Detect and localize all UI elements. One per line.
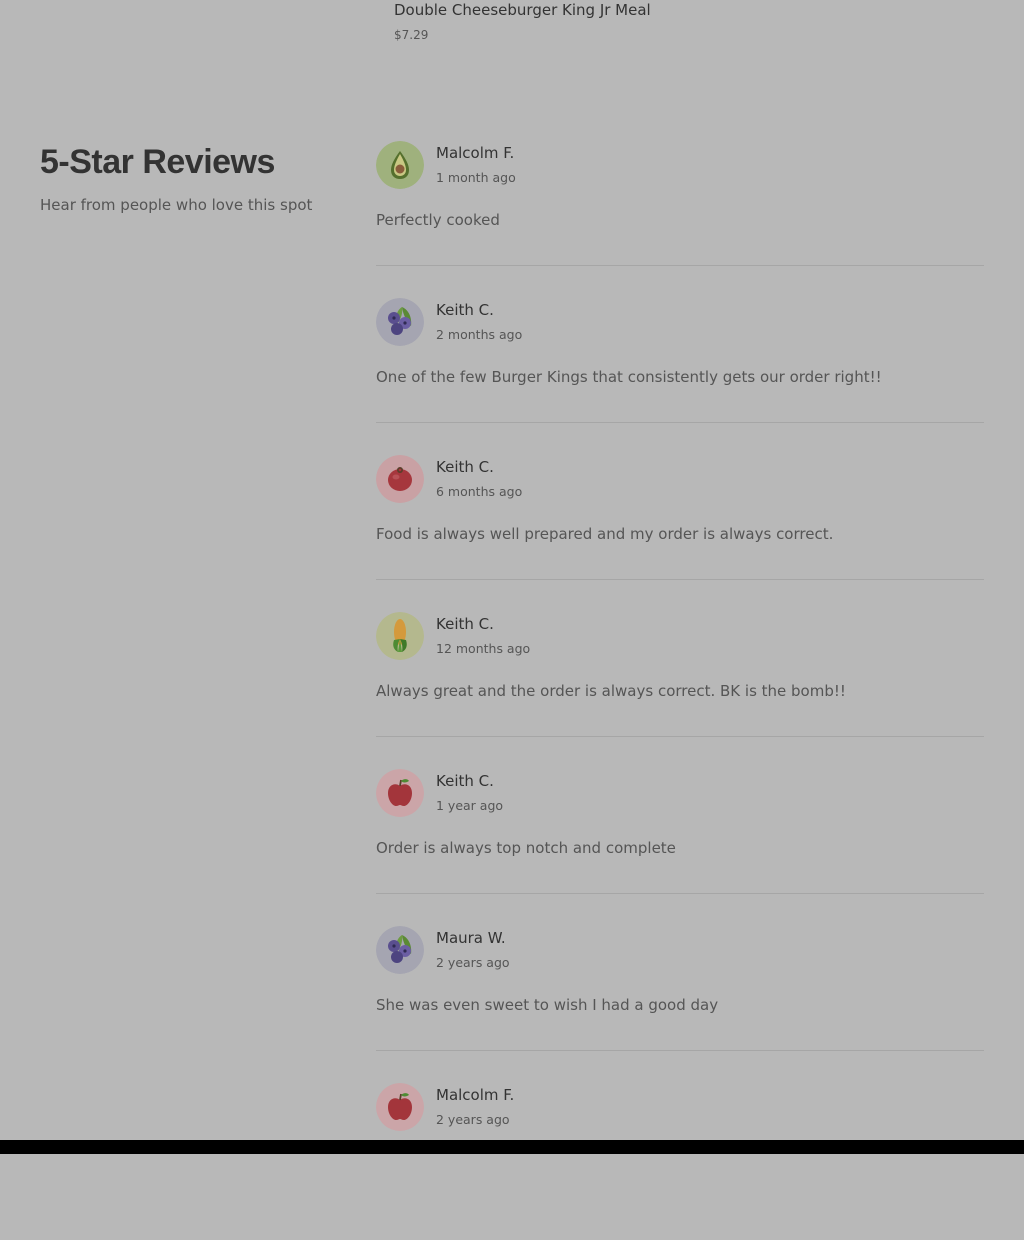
section-subtitle: Hear from people who love this spot — [40, 196, 313, 214]
review-text: Order is always top notch and complete — [376, 839, 676, 857]
reviews-intro: 5-Star Reviews Hear from people who love… — [40, 140, 340, 214]
divider — [376, 893, 984, 894]
reviewer-name: Malcolm F. — [436, 1086, 515, 1104]
review-text: Perfectly cooked — [376, 211, 500, 229]
corn-icon — [376, 612, 424, 660]
review-item: Malcolm F. 1 month ago Perfectly cooked — [376, 141, 984, 298]
menu-item-price: $7.29 — [394, 28, 429, 42]
review-time: 6 months ago — [436, 484, 523, 499]
reviews-list: Malcolm F. 1 month ago Perfectly cooked … — [376, 141, 984, 1240]
divider — [376, 579, 984, 580]
divider — [376, 265, 984, 266]
review-time: 1 month ago — [436, 170, 516, 185]
avocado-icon — [376, 141, 424, 189]
review-item: Keith C. 6 months ago Food is always wel… — [376, 455, 984, 612]
review-item: Keith C. 1 year ago Order is always top … — [376, 769, 984, 926]
review-item: Keith C. 12 months ago Always great and … — [376, 612, 984, 769]
divider — [376, 1050, 984, 1051]
reviewer-name: Maura W. — [436, 929, 506, 947]
review-time: 2 years ago — [436, 955, 510, 970]
review-text: She was even sweet to wish I had a good … — [376, 996, 719, 1014]
reviewer-name: Keith C. — [436, 301, 494, 319]
review-text: Food is always well prepared and my orde… — [376, 525, 834, 543]
blueberries-icon — [376, 926, 424, 974]
review-time: 1 year ago — [436, 798, 504, 813]
review-item: Keith C. 2 months ago One of the few Bur… — [376, 298, 984, 455]
divider — [376, 736, 984, 737]
review-time: 2 months ago — [436, 327, 523, 342]
blueberries-icon — [376, 298, 424, 346]
reviewer-name: Keith C. — [436, 615, 494, 633]
reviewer-name: Keith C. — [436, 458, 494, 476]
review-text: One of the few Burger Kings that consist… — [376, 368, 882, 386]
review-time: 12 months ago — [436, 641, 531, 656]
bottom-bar — [0, 1140, 1024, 1154]
reviewer-name: Malcolm F. — [436, 144, 515, 162]
review-text: Always great and the order is always cor… — [376, 682, 846, 700]
review-item: Malcolm F. 2 years ago — [376, 1083, 984, 1240]
section-title: 5-Star Reviews — [40, 143, 275, 181]
review-item: Maura W. 2 years ago She was even sweet … — [376, 926, 984, 1083]
menu-item-name: Double Cheeseburger King Jr Meal — [394, 1, 651, 19]
apple-icon — [376, 1083, 424, 1131]
review-time: 2 years ago — [436, 1112, 510, 1127]
tomato-icon — [376, 455, 424, 503]
divider — [376, 422, 984, 423]
apple-icon — [376, 769, 424, 817]
reviewer-name: Keith C. — [436, 772, 494, 790]
